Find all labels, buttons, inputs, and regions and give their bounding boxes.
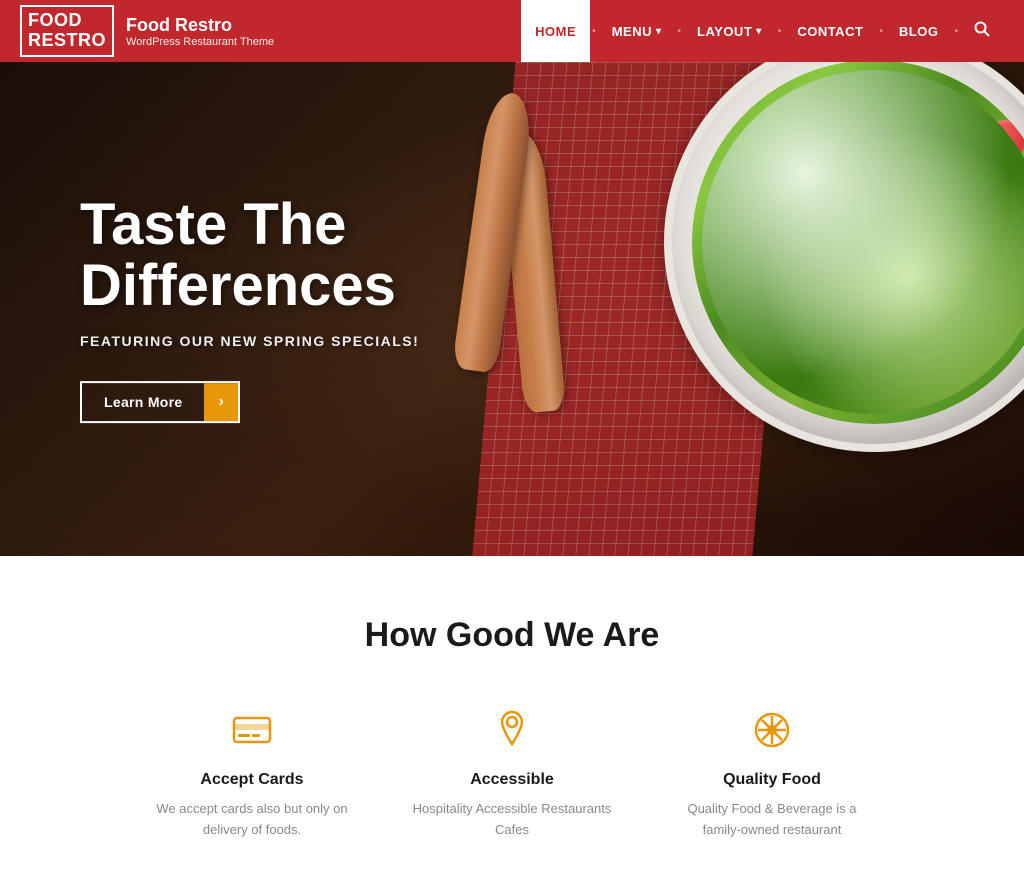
nav-contact[interactable]: CONTACT	[783, 0, 877, 62]
feature-quality-desc: Quality Food & Beverage is a family-owne…	[672, 799, 872, 841]
nav-layout[interactable]: LAYOUT ▾	[683, 0, 776, 62]
hero-subtitle: FEATURING OUR NEW SPRING SPECIALS!	[80, 333, 419, 349]
logo-box: Food Restro	[20, 5, 114, 57]
menu-dropdown-arrow: ▾	[656, 26, 662, 37]
nav-dot-5: •	[954, 26, 958, 37]
pin-icon	[480, 705, 544, 755]
snowflake-icon	[740, 705, 804, 755]
feature-cards-name: Accept Cards	[200, 771, 303, 789]
logo-line1: Food	[28, 11, 106, 31]
feature-accessible-desc: Hospitality Accessible Restaurants Cafes	[412, 799, 612, 841]
site-header: Food Restro Food Restro WordPress Restau…	[0, 0, 1024, 62]
feature-accessible-name: Accessible	[470, 771, 554, 789]
nav-dot-1: •	[592, 26, 596, 37]
nav-dot-2: •	[678, 26, 682, 37]
layout-dropdown-arrow: ▾	[756, 26, 762, 37]
learn-more-label: Learn More	[82, 384, 204, 420]
logo-text: Food Restro WordPress Restaurant Theme	[126, 15, 274, 48]
feature-quality: Quality Food Quality Food & Beverage is …	[672, 705, 872, 841]
hero-title: Taste The Differences	[80, 195, 419, 317]
hero-content: Taste The Differences FEATURING OUR NEW …	[80, 195, 419, 423]
nav-menu[interactable]: MENU ▾	[598, 0, 676, 62]
nav-blog[interactable]: BLOG	[885, 0, 953, 62]
learn-more-arrow: ›	[204, 383, 237, 421]
feature-accessible: Accessible Hospitality Accessible Restau…	[412, 705, 612, 841]
nav-dot-3: •	[778, 26, 782, 37]
site-tagline: WordPress Restaurant Theme	[126, 36, 274, 48]
card-icon	[220, 705, 284, 755]
features-grid: Accept Cards We accept cards also but on…	[40, 705, 984, 841]
main-nav: HOME • MENU ▾ • LAYOUT ▾ • CONTACT • BLO…	[274, 0, 1004, 62]
nav-dot-4: •	[879, 26, 883, 37]
learn-more-button[interactable]: Learn More ›	[80, 381, 240, 423]
feature-quality-name: Quality Food	[723, 771, 821, 789]
feature-cards: Accept Cards We accept cards also but on…	[152, 705, 352, 841]
nav-home[interactable]: HOME	[521, 0, 590, 62]
features-title: How Good We Are	[40, 616, 984, 655]
features-section: How Good We Are Accept Cards We accept c…	[0, 556, 1024, 881]
search-icon[interactable]	[960, 21, 1004, 41]
logo-area: Food Restro Food Restro WordPress Restau…	[20, 5, 274, 57]
logo-line2: Restro	[28, 31, 106, 51]
hero-section: Taste The Differences FEATURING OUR NEW …	[0, 62, 1024, 556]
site-name: Food Restro	[126, 15, 274, 36]
feature-cards-desc: We accept cards also but only on deliver…	[152, 799, 352, 841]
